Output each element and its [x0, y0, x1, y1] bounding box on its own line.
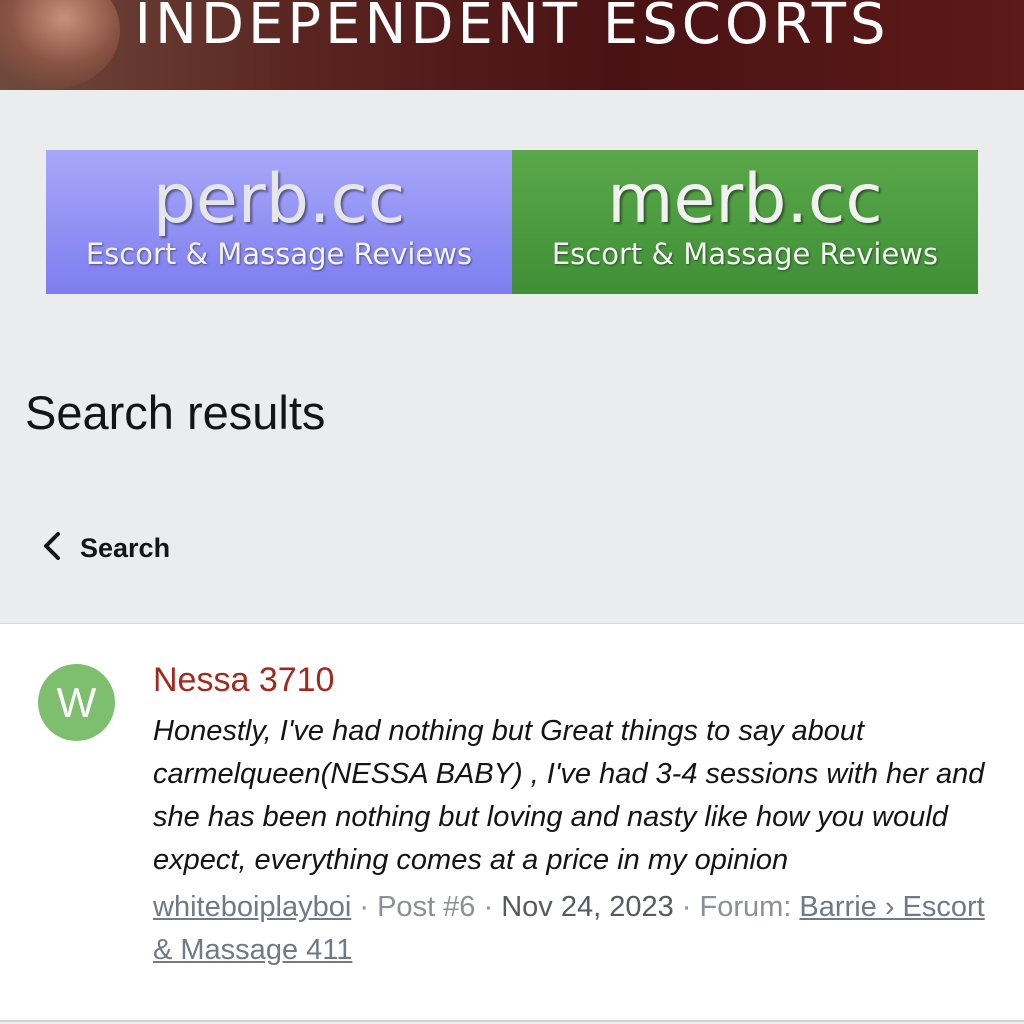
back-to-search-link[interactable]: Search	[40, 528, 170, 568]
avatar[interactable]: W	[38, 664, 115, 741]
merb-ad-subtitle: Escort & Massage Reviews	[551, 237, 939, 271]
page-title: Search results	[25, 386, 326, 439]
meta-separator: ·	[359, 891, 378, 923]
author-link[interactable]: whiteboiplayboi	[153, 891, 351, 923]
avatar-letter: W	[56, 678, 97, 726]
perb-ad-subtitle: Escort & Massage Reviews	[85, 237, 473, 271]
post-number: Post #6	[377, 891, 476, 923]
perb-ad[interactable]: perb.cc Escort & Massage Reviews	[46, 150, 512, 294]
result-body: Nessa 3710 Honestly, I've had nothing bu…	[153, 658, 993, 972]
merb-ad-title: merb.cc	[607, 160, 883, 239]
chevron-left-icon	[40, 529, 66, 568]
post-date: Nov 24, 2023	[501, 891, 674, 923]
ad-banner-row: perb.cc Escort & Massage Reviews merb.cc…	[46, 150, 978, 294]
meta-separator: ·	[483, 891, 502, 923]
forum-label: Forum:	[699, 891, 792, 923]
result-title-link[interactable]: Nessa 3710	[153, 658, 993, 702]
back-link-label: Search	[80, 532, 171, 563]
meta-separator: ·	[681, 891, 700, 923]
banner-title: INDEPENDENT ESCORTS	[134, 0, 890, 57]
result-snippet: Honestly, I've had nothing but Great thi…	[153, 715, 985, 876]
perb-ad-title: perb.cc	[152, 160, 406, 239]
merb-ad[interactable]: merb.cc Escort & Massage Reviews	[512, 150, 978, 294]
result-meta: whiteboiplayboi · Post #6 · Nov 24, 2023…	[153, 886, 993, 972]
search-result-item: W Nessa 3710 Honestly, I've had nothing …	[0, 623, 1024, 1022]
header-banner[interactable]: INDEPENDENT ESCORTS	[0, 0, 1024, 90]
